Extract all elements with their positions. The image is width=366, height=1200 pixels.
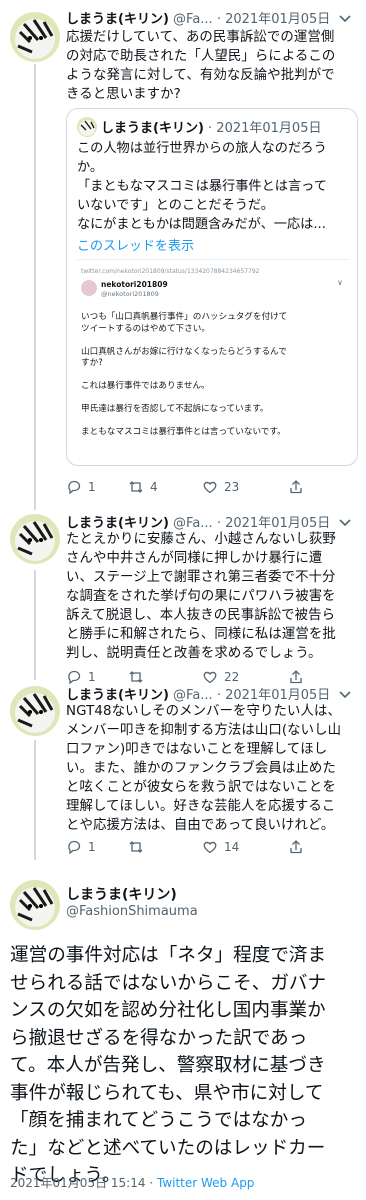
separator: · <box>149 1176 154 1190</box>
timestamp[interactable]: 2021年01月05日 15:14 <box>10 1176 145 1190</box>
image-tweet-text: いつも「山口真帆暴行事件」のハッシュタグを付けて ツイートするのはやめて下さい。… <box>81 312 288 437</box>
chevron-down-icon: ∨ <box>337 278 343 287</box>
timestamp[interactable]: 2021年01月05日 <box>225 688 330 703</box>
reply-button[interactable]: 1 <box>66 478 96 496</box>
image-display-name: nekotori201809 <box>101 280 168 289</box>
like-count: 23 <box>224 480 240 494</box>
separator: · <box>216 12 221 27</box>
quote-text: この人物は並行世界からの旅人なのだろう か。 「まともなマスコミは暴行事件とは言… <box>77 141 327 232</box>
avatar[interactable] <box>10 880 60 930</box>
display-name[interactable]: しまうま(キリン) <box>66 516 169 531</box>
display-name: しまうま(キリン) <box>101 121 204 136</box>
image-url-text: twitter.com/nekotori201809/status/133420… <box>81 268 260 275</box>
quoted-tweet[interactable]: しまうま(キリン) · 2021年01月05日 この人物は並行世界からの旅人なの… <box>66 108 358 466</box>
avatar[interactable] <box>10 12 60 62</box>
like-count: 14 <box>224 840 240 854</box>
avatar <box>77 117 97 137</box>
tweet-3[interactable]: しまうま(キリン) @Fa... · 2021年01月05日 NGT48ないしそ… <box>0 682 366 862</box>
display-name[interactable]: しまうま(キリン) <box>66 884 177 904</box>
retweet-button[interactable]: 4 <box>128 478 158 496</box>
timestamp[interactable]: 2021年01月05日 <box>225 516 330 531</box>
handle[interactable]: @FashionShimauma <box>66 904 198 919</box>
separator: · <box>216 516 221 531</box>
reply-icon <box>68 480 81 495</box>
share-button[interactable] <box>288 478 304 496</box>
retweet-icon <box>129 841 143 853</box>
retweet-count: 4 <box>150 480 158 494</box>
show-thread-link[interactable]: このスレッドを表示 <box>77 235 194 254</box>
tweet-meta: 2021年01月05日 15:14 · Twitter Web App <box>10 1174 254 1191</box>
display-name[interactable]: しまうま(キリン) <box>66 12 169 27</box>
reply-count: 1 <box>88 840 96 854</box>
retweet-button[interactable] <box>128 838 150 856</box>
tweet-text: NGT48ないしそのメンバーを守りたい人は、 メンバー叩きを抑制する方法は山口(… <box>66 704 342 833</box>
tweet-text: 運営の事件対応は「ネタ」程度で済ま せられる話ではないからこそ、ガバナ ンスの欠… <box>10 945 327 1186</box>
like-button[interactable]: 23 <box>202 478 239 496</box>
timestamp: · 2021年01月05日 <box>208 121 322 136</box>
avatar[interactable] <box>10 514 60 564</box>
share-icon <box>290 840 302 854</box>
quote-header: しまうま(キリン) · 2021年01月05日 <box>101 117 321 136</box>
avatar[interactable] <box>10 686 60 736</box>
source-app-link[interactable]: Twitter Web App <box>157 1176 254 1190</box>
share-icon <box>290 480 302 494</box>
action-bar: 1 4 23 <box>66 478 306 496</box>
attached-image[interactable]: twitter.com/nekotori201809/status/133420… <box>77 259 349 437</box>
more-icon[interactable] <box>336 687 354 701</box>
retweet-icon <box>129 481 143 493</box>
share-button[interactable] <box>288 838 304 856</box>
main-tweet[interactable]: しまうま(キリン) @FashionShimauma 運営の事件対応は「ネタ」程… <box>0 862 366 1200</box>
avatar <box>81 280 97 296</box>
like-button[interactable]: 14 <box>202 838 239 856</box>
image-handle: @nekotori201809 <box>101 290 159 298</box>
display-name[interactable]: しまうま(キリン) <box>66 688 169 703</box>
tweet-header: しまうま(キリン) @Fa... · 2021年01月05日 <box>66 8 360 28</box>
more-icon[interactable] <box>336 11 354 25</box>
tweet-header: しまうま(キリン) @Fa... · 2021年01月05日 <box>66 684 360 704</box>
separator: · <box>216 688 221 703</box>
tweet-text: たとえかりに安藤さん、小越さんないし荻野 さんや中井さんが同様に押しかけ暴行に遭… <box>66 532 336 661</box>
reply-icon <box>68 840 81 855</box>
tweet-1[interactable]: しまうま(キリン) @Fa... · 2021年01月05日 応援だけしていて、… <box>0 0 366 510</box>
action-bar: 1 14 <box>66 838 306 856</box>
like-icon <box>203 481 217 494</box>
handle[interactable]: @Fa... <box>173 516 213 531</box>
tweet-2[interactable]: しまうま(キリン) @Fa... · 2021年01月05日 たとえかりに安藤さ… <box>0 510 366 690</box>
tweet-header: しまうま(キリン) @Fa... · 2021年01月05日 <box>66 512 360 532</box>
reply-button[interactable]: 1 <box>66 838 96 856</box>
reply-count: 1 <box>88 480 96 494</box>
handle[interactable]: @Fa... <box>173 12 213 27</box>
like-icon <box>203 841 217 854</box>
more-icon[interactable] <box>336 515 354 529</box>
tweet-text: 応援だけしていて、あの民事訴訟での運営側 の対応で助長された「人望民」らによるこ… <box>66 30 336 102</box>
handle[interactable]: @Fa... <box>173 688 213 703</box>
timestamp[interactable]: 2021年01月05日 <box>225 12 330 27</box>
